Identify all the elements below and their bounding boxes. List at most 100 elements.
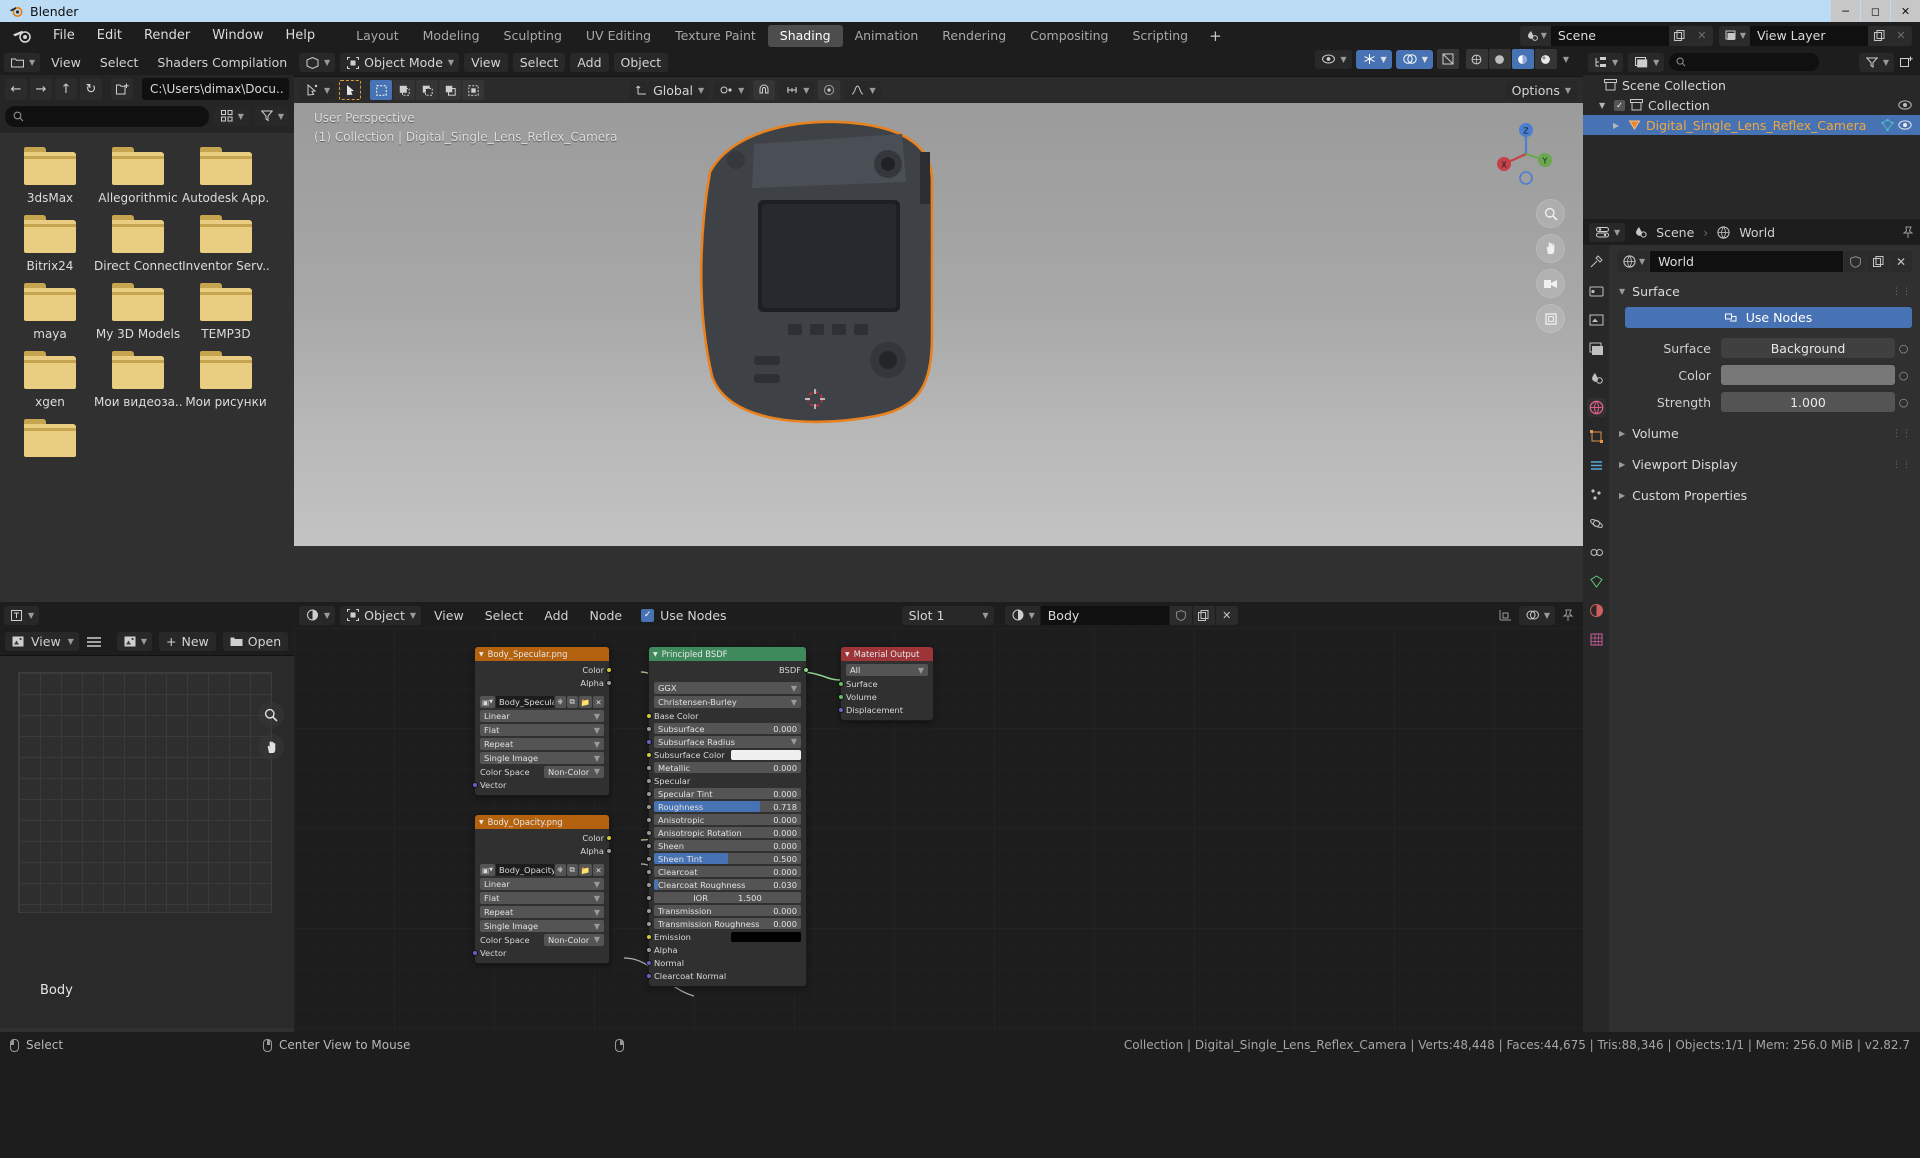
zoom-view-icon[interactable] [1536, 199, 1565, 228]
filebrowser-menu-view[interactable]: View [43, 55, 89, 70]
output-socket-bsdf[interactable] [803, 667, 809, 673]
file-item[interactable]: maya [6, 283, 94, 341]
scene-delete-button[interactable]: ✕ [1690, 25, 1713, 46]
input-socket-transmission-roughness[interactable] [646, 921, 652, 927]
image-fake-user-icon[interactable]: ⎈ [554, 864, 566, 876]
node-material-output[interactable]: ▼ Material Output All ▼ Surface Volume Di… [838, 646, 934, 721]
file-item[interactable]: Allegorithmic [94, 147, 182, 205]
viewport-menu-object[interactable]: Object [613, 53, 669, 72]
bsdf-input-subsurface-color[interactable]: Subsurface Color [646, 749, 801, 760]
tab-layout[interactable]: Layout [344, 25, 411, 47]
view-layer-icon[interactable]: ▼ [1718, 25, 1750, 46]
scene-new-button[interactable] [1668, 25, 1691, 46]
panel-header-volume[interactable]: ▶ Volume ⋮⋮ [1617, 422, 1912, 445]
tab-texture-paint[interactable]: Texture Paint [663, 25, 768, 47]
outliner-row-scene-collection[interactable]: ▶ Scene Collection [1583, 75, 1920, 95]
editor-type-selector-shader[interactable]: ▼ [299, 605, 336, 625]
open-image-button[interactable]: Open [222, 632, 289, 651]
select-mode-extend-icon[interactable] [393, 80, 416, 100]
file-item[interactable]: Bitrix24 [6, 215, 94, 273]
image-name-field[interactable]: Body_Opacity.png [495, 864, 554, 876]
material-copy-icon[interactable] [1192, 605, 1215, 625]
filebrowser-menu-select[interactable]: Select [92, 55, 147, 70]
input-socket-vector[interactable] [472, 782, 478, 788]
node-body-opacity[interactable]: ▼ Body_Opacity.png Color Alpha ▣ ▼ Body_O… [472, 814, 612, 964]
bsdf-input-transmission-roughness[interactable]: Transmission Roughness 0.000 [646, 918, 801, 929]
input-socket-base-color[interactable] [646, 713, 652, 719]
output-input-displacement[interactable]: Displacement [838, 704, 928, 715]
node-header[interactable]: ▼ Body_Opacity.png [475, 815, 609, 829]
output-socket-alpha[interactable] [606, 680, 612, 686]
new-folder-icon[interactable] [111, 78, 133, 100]
panel-header-viewport-display[interactable]: ▶ Viewport Display ⋮⋮ [1617, 453, 1912, 476]
image-unlink-icon[interactable]: ✕ [593, 864, 604, 876]
file-item[interactable]: My 3D Models [94, 283, 182, 341]
overlays-toggle[interactable]: ▼ [1395, 49, 1433, 69]
output-target-select[interactable]: All ▼ [846, 664, 928, 676]
editor-type-selector-properties[interactable]: ▼ [1589, 222, 1626, 242]
add-workspace-button[interactable]: + [1200, 25, 1231, 47]
bsdf-input-specular-tint[interactable]: Specular Tint 0.000 [646, 788, 801, 799]
world-name-field[interactable]: World [1650, 251, 1843, 272]
image-editor-view-menu[interactable]: View [29, 634, 63, 649]
collection-checkbox[interactable]: ✓ [1614, 99, 1625, 111]
snap-to-selector[interactable]: ▼ [779, 80, 815, 100]
input-socket-specular-tint[interactable] [646, 791, 652, 797]
subsurface-color-swatch[interactable] [731, 749, 801, 760]
editor-type-selector-imageeditor[interactable]: ▼ [4, 605, 40, 625]
bsdf-input-alpha[interactable]: Alpha [646, 944, 801, 955]
bsdf-input-clearcoat[interactable]: Clearcoat 0.000 [646, 866, 801, 877]
material-browse-icon[interactable]: ▼ [1004, 605, 1040, 625]
visibility-selector[interactable]: ▼ [1315, 49, 1352, 69]
bsdf-input-transmission[interactable]: Transmission 0.000 [646, 905, 801, 916]
bsdf-input-subsurface-radius[interactable]: Subsurface Radius ▼ [646, 735, 801, 748]
file-item[interactable]: Direct Connect [94, 215, 182, 273]
select-mode-new-icon[interactable] [370, 80, 393, 100]
bsdf-input-clearcoat-normal[interactable]: Clearcoat Normal [646, 970, 801, 981]
tab-rendering[interactable]: Rendering [930, 25, 1018, 47]
input-socket-volume[interactable] [838, 694, 844, 700]
node-canvas[interactable]: ▼ Body_Specular.png Color Alpha ▣ ▼ Body_… [294, 628, 1583, 1032]
select-mode-subtract-icon[interactable] [416, 80, 439, 100]
filter-selector[interactable]: ▼ [253, 106, 289, 126]
input-socket-displacement[interactable] [838, 707, 844, 713]
material-unlink-icon[interactable]: ✕ [1215, 605, 1238, 625]
image-copy-icon[interactable]: ⧉ [566, 864, 578, 876]
color-space-select[interactable]: Non-Color ▼ [544, 765, 604, 778]
outliner-new-collection-icon[interactable] [1900, 56, 1913, 68]
properties-pin-icon[interactable] [1902, 226, 1914, 239]
visibility-eye-icon[interactable] [1898, 100, 1912, 110]
file-item[interactable] [6, 419, 94, 457]
editor-type-selector-filebrowser[interactable]: ▼ [4, 52, 41, 72]
new-image-button[interactable]: + New [158, 632, 216, 651]
image-browse-icon[interactable]: ▣ ▼ [480, 696, 495, 708]
gizmo-toggle[interactable]: ▼ [1355, 49, 1392, 69]
snap-node-icon[interactable] [1499, 609, 1512, 621]
scene-name-field[interactable]: Scene [1550, 25, 1669, 46]
scene-icon[interactable]: ▼ [1519, 25, 1551, 46]
scene-selector[interactable]: ▼ Scene ✕ [1519, 25, 1713, 46]
input-socket-clearcoat-normal[interactable] [646, 973, 652, 979]
world-color-swatch[interactable] [1721, 365, 1895, 385]
image-zoom-gizmo[interactable] [258, 702, 284, 728]
input-socket-transmission[interactable] [646, 908, 652, 914]
input-socket-alpha[interactable] [646, 947, 652, 953]
shading-solid-icon[interactable] [1488, 49, 1511, 69]
input-socket-metallic[interactable] [646, 765, 652, 771]
outliner-row-dslr-camera[interactable]: ▶ Digital_Single_Lens_Reflex_Camera [1583, 115, 1920, 135]
window-maximize-button[interactable]: ◻ [1861, 0, 1890, 22]
proportional-falloff-selector[interactable]: ▼ [844, 80, 881, 100]
animate-property-icon[interactable]: ○ [1895, 392, 1912, 412]
node-output-alpha[interactable]: Alpha [480, 845, 612, 856]
bsdf-input-roughness[interactable]: Roughness 0.718 [646, 801, 801, 812]
extension-select[interactable]: Repeat ▼ [480, 906, 604, 918]
image-unlink-icon[interactable]: ✕ [593, 696, 604, 708]
tab-object[interactable] [1587, 427, 1606, 446]
tab-world[interactable] [1586, 398, 1606, 417]
node-pin-icon[interactable] [1562, 609, 1574, 622]
menu-window[interactable]: Window [201, 25, 274, 46]
nav-back-icon[interactable]: ← [5, 78, 27, 100]
use-nodes-button[interactable]: Use Nodes [1625, 307, 1912, 328]
menu-render[interactable]: Render [133, 25, 201, 46]
mesh-data-icon[interactable] [1881, 119, 1894, 131]
